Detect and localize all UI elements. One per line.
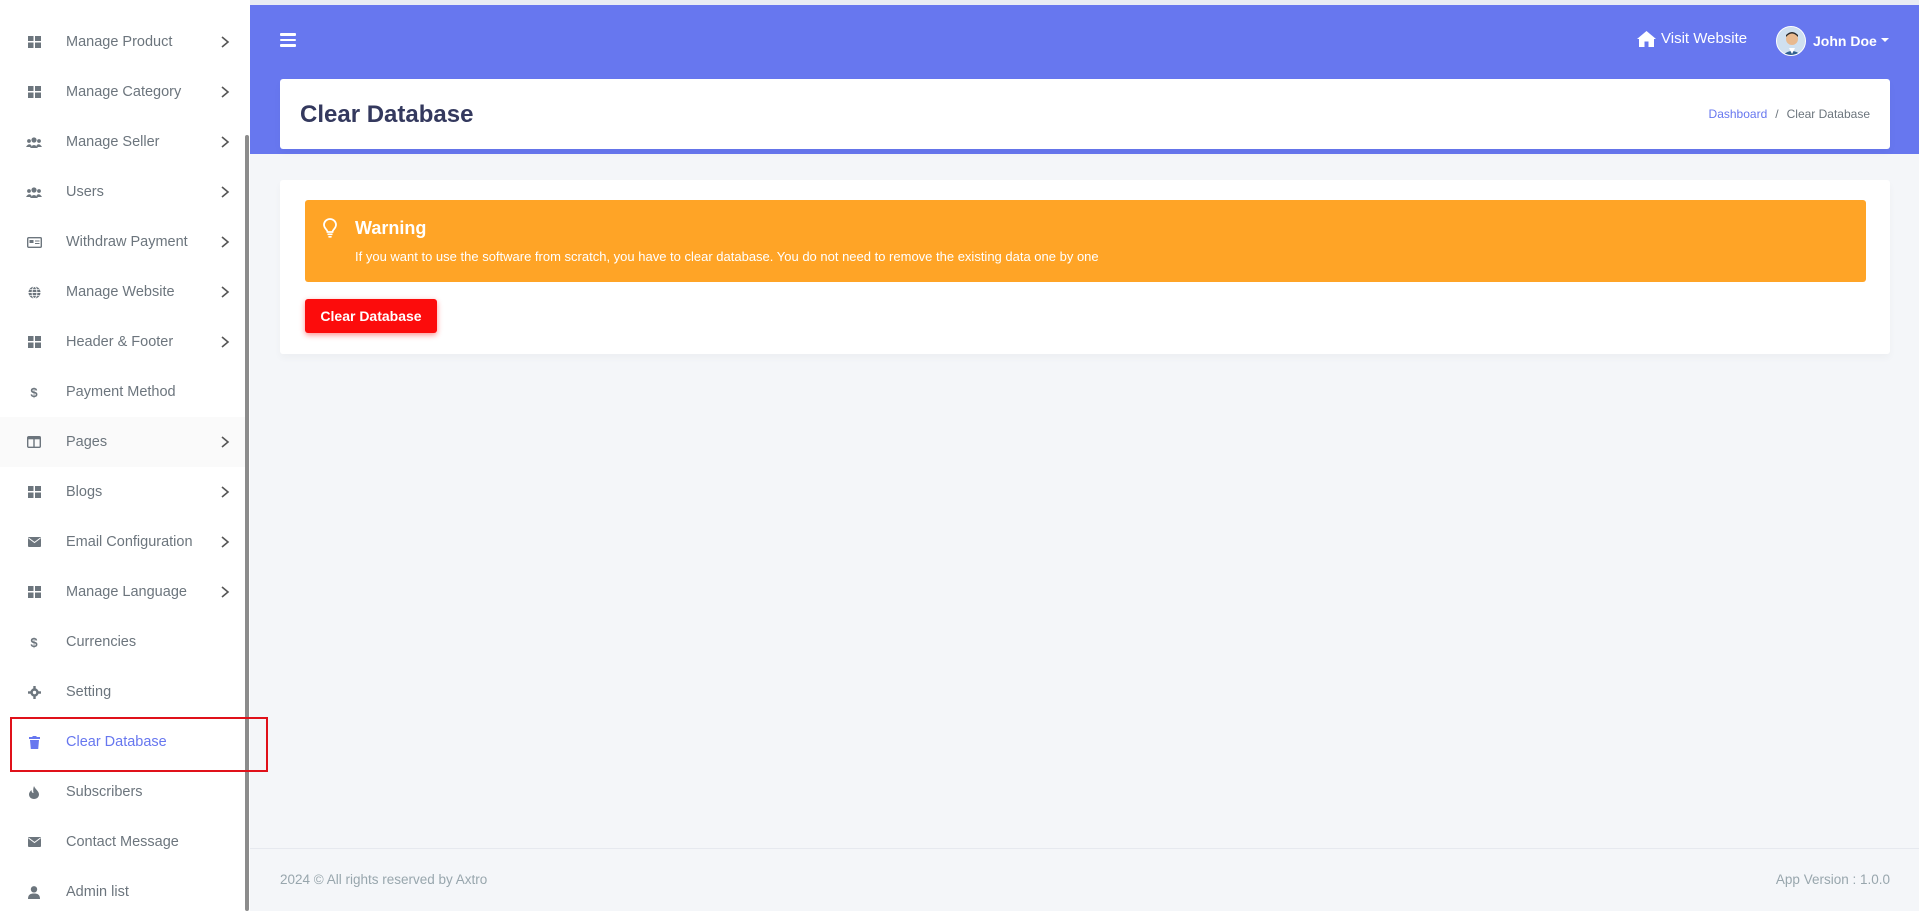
chevron-right-icon — [221, 336, 230, 348]
user-name: John Doe — [1813, 33, 1877, 49]
sidebar-item-label: Withdraw Payment — [66, 234, 188, 250]
grid-icon — [26, 334, 42, 350]
grid-icon — [26, 584, 42, 600]
hamburger-menu-icon[interactable] — [280, 30, 298, 50]
footer-copyright: 2024 © All rights reserved by Axtro — [280, 872, 488, 887]
envelope-icon — [26, 834, 42, 850]
alert-text: If you want to use the software from scr… — [355, 249, 1099, 264]
sidebar-item-manage-product[interactable]: Manage Product — [0, 17, 245, 67]
sidebar: Manage Product Manage Category Manage Se… — [0, 0, 250, 911]
sidebar-item-users[interactable]: Users — [0, 167, 245, 217]
sidebar-item-label: Blogs — [66, 484, 103, 500]
chevron-right-icon — [221, 286, 230, 298]
sidebar-item-label: Currencies — [66, 634, 137, 650]
sidebar-item-clear-database[interactable]: Clear Database — [0, 717, 245, 767]
sidebar-item-blogs[interactable]: Blogs — [0, 467, 245, 517]
users-icon — [26, 184, 42, 200]
sidebar-item-label: Manage Category — [66, 84, 182, 100]
sidebar-item-label: Clear Database — [66, 734, 167, 750]
sidebar-item-manage-category[interactable]: Manage Category — [0, 67, 245, 117]
chevron-right-icon — [221, 136, 230, 148]
content-card: Warning If you want to use the software … — [280, 180, 1890, 354]
sidebar-item-label: Email Configuration — [66, 534, 193, 550]
chevron-right-icon — [221, 36, 230, 48]
chevron-right-icon — [221, 586, 230, 598]
card-icon — [26, 234, 42, 250]
sidebar-item-label: Manage Language — [66, 584, 187, 600]
page-header-card: Clear Database Dashboard / Clear Databas… — [280, 79, 1890, 149]
dollar-icon: $ — [30, 634, 38, 650]
users-icon — [26, 134, 42, 150]
breadcrumb-separator: / — [1775, 107, 1779, 121]
breadcrumb-current: Clear Database — [1786, 107, 1870, 121]
globe-icon — [26, 284, 42, 300]
footer-version: App Version : 1.0.0 — [1775, 872, 1890, 887]
sidebar-item-label: Users — [66, 184, 104, 200]
user-icon — [26, 884, 42, 900]
chevron-right-icon — [221, 486, 230, 498]
gear-icon — [26, 684, 42, 700]
alert-title: Warning — [355, 218, 427, 238]
sidebar-item-label: Subscribers — [66, 784, 143, 800]
grid-icon — [26, 84, 42, 100]
sidebar-item-manage-website[interactable]: Manage Website — [0, 267, 245, 317]
clear-database-button[interactable]: Clear Database — [305, 299, 437, 333]
visit-website-label: Visit Website — [1661, 30, 1748, 47]
dollar-icon: $ — [30, 384, 38, 400]
sidebar-item-subscribers[interactable]: Subscribers — [0, 767, 245, 817]
page-title: Clear Database — [300, 101, 474, 128]
sidebar-item-withdraw-payment[interactable]: Withdraw Payment — [0, 217, 245, 267]
sidebar-item-label: Manage Seller — [66, 134, 160, 150]
sidebar-item-email-configuration[interactable]: Email Configuration — [0, 517, 245, 567]
sidebar-item-label: Payment Method — [66, 384, 176, 400]
sidebar-item-contact-message[interactable]: Contact Message — [0, 817, 245, 867]
sidebar-item-currencies[interactable]: $ Currencies — [0, 617, 245, 667]
fire-icon — [26, 784, 42, 800]
trash-icon — [26, 734, 42, 750]
sidebar-item-admin-list[interactable]: Admin list — [0, 867, 245, 911]
warning-alert: Warning If you want to use the software … — [305, 200, 1866, 282]
chevron-right-icon — [221, 436, 230, 448]
grid-icon — [26, 34, 42, 50]
footer: 2024 © All rights reserved by Axtro App … — [250, 848, 1919, 911]
visit-website-link[interactable]: Visit Website — [1637, 30, 1747, 47]
chevron-right-icon — [221, 86, 230, 98]
sidebar-item-manage-seller[interactable]: Manage Seller — [0, 117, 245, 167]
sidebar-item-payment-method[interactable]: $ Payment Method — [0, 367, 245, 417]
sidebar-item-label: Manage Product — [66, 34, 173, 50]
chevron-right-icon — [221, 236, 230, 248]
sidebar-item-setting[interactable]: Setting — [0, 667, 245, 717]
caret-down-icon — [1880, 37, 1889, 42]
lightbulb-icon — [323, 218, 337, 238]
chevron-right-icon — [221, 186, 230, 198]
sidebar-item-pages[interactable]: Pages — [0, 417, 245, 467]
sidebar-scrollbar[interactable] — [245, 135, 249, 911]
breadcrumb-dashboard-link[interactable]: Dashboard — [1709, 107, 1768, 121]
sidebar-item-label: Header & Footer — [66, 334, 174, 350]
columns-icon — [26, 434, 42, 450]
sidebar-item-label: Contact Message — [66, 834, 179, 850]
sidebar-item-label: Admin list — [66, 884, 129, 900]
chevron-right-icon — [221, 536, 230, 548]
home-icon — [1637, 30, 1656, 47]
sidebar-item-label: Pages — [66, 434, 108, 450]
sidebar-item-header-footer[interactable]: Header & Footer — [0, 317, 245, 367]
sidebar-item-label: Setting — [66, 684, 112, 700]
sidebar-item-manage-language[interactable]: Manage Language — [0, 567, 245, 617]
avatar — [1776, 26, 1806, 56]
breadcrumb: Dashboard / Clear Database — [1709, 107, 1870, 121]
grid-icon — [26, 484, 42, 500]
envelope-icon — [26, 534, 42, 550]
user-dropdown[interactable]: John Doe — [1776, 26, 1889, 56]
sidebar-item-label: Manage Website — [66, 284, 175, 300]
